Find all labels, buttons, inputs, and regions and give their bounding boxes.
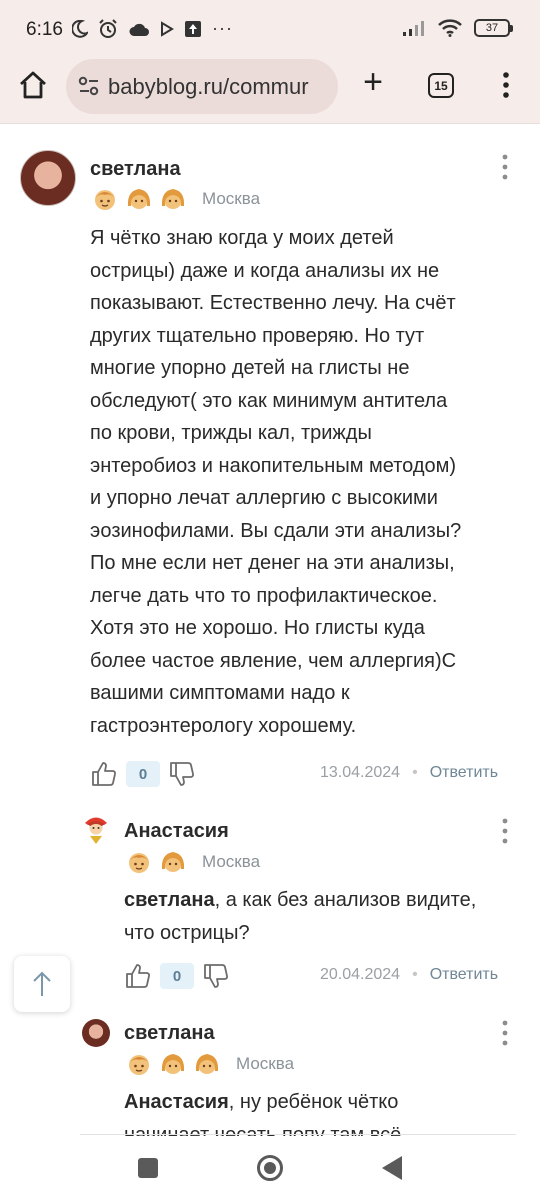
comment-author[interactable]: светлана (90, 158, 181, 181)
upload-icon (185, 20, 201, 37)
comment-reply: Анастасия Москва светлана, а как без ана… (0, 812, 540, 1002)
text-line: Я чётко знаю когда у моих детей (90, 227, 394, 249)
kids-badges: Москва (126, 849, 260, 875)
reply-link[interactable]: Ответить (430, 764, 498, 782)
author-city: Москва (202, 189, 261, 208)
girl-icon (161, 852, 185, 872)
thumb-down-icon[interactable] (168, 760, 196, 788)
boy-icon (95, 190, 115, 210)
more-options-icon[interactable] (500, 154, 510, 180)
text-line: по крови, трижды кал, трижды (90, 422, 372, 444)
battery-level: 37 (485, 22, 499, 34)
girl-icon (161, 1054, 185, 1074)
comment-date: 13.04.2024 (320, 764, 401, 781)
system-navigation-bar (0, 1136, 540, 1200)
more-options-icon[interactable] (500, 818, 510, 844)
text-line: энтеробиоз и накопительным методом) (90, 454, 457, 477)
status-notification-icons: ··· (72, 18, 233, 39)
thumb-down-icon[interactable] (202, 962, 230, 990)
author-city: Москва (202, 852, 261, 871)
moon-icon (72, 19, 88, 38)
comment-text: Я чётко знаю когда у моих детей острицы)… (90, 222, 520, 742)
home-icon[interactable] (18, 70, 48, 100)
cloud-icon (129, 23, 149, 36)
wifi-icon (438, 19, 462, 37)
like-count: 0 (160, 963, 194, 989)
text-fragment: , а как без анализов видите, (214, 889, 477, 911)
comment-author[interactable]: Анастасия (124, 820, 229, 843)
address-bar[interactable]: babyblog.ru/commur (66, 59, 338, 114)
text-line: других тщательно проверяю. Но тут (90, 324, 425, 347)
mention[interactable]: Анастасия (124, 1091, 229, 1113)
comment-date: 20.04.2024 (320, 966, 401, 983)
status-system-icons: 37 (402, 19, 513, 37)
more-options-icon[interactable] (500, 1020, 510, 1046)
boy-icon (129, 853, 149, 873)
comment-reply: светлана Москва Анастасия, ну ребёнок чё… (0, 1016, 540, 1136)
comment-meta: 20.04.2024 • Ответить (320, 966, 498, 984)
text-line: По мне если нет денег на эти анализы, (90, 552, 455, 574)
like-count: 0 (126, 761, 160, 787)
thumb-up-icon[interactable] (90, 760, 118, 788)
text-line: многие упорно детей на глисты не (90, 357, 410, 379)
battery-indicator: 37 (474, 19, 513, 37)
comment-meta: 13.04.2024 • Ответить (320, 764, 498, 782)
alarm-icon (99, 18, 117, 38)
comment-text: Анастасия, ну ребёнок чётко начинает чес… (124, 1086, 524, 1136)
text-line: гастроэнтерологу хорошему. (90, 714, 357, 737)
girl-icon (127, 189, 151, 209)
play-store-icon (161, 20, 174, 37)
text-line: Хотя это не хорошо. Но глисты куда (90, 617, 425, 639)
home-button[interactable] (257, 1155, 283, 1181)
text-line: показывают. Естественно лечу. На счёт (90, 292, 456, 314)
girl-icon (161, 189, 185, 209)
tab-switcher-button[interactable]: 15 (428, 73, 454, 98)
text-line: и упорно лечат аллергию с высокими (90, 487, 438, 509)
new-tab-button[interactable]: + (358, 65, 388, 99)
status-time: 6:16 (26, 19, 63, 40)
reply-link[interactable]: Ответить (430, 966, 498, 984)
author-city: Москва (236, 1054, 295, 1073)
text-line: острицы) даже и когда анализы их не (90, 259, 440, 282)
kids-badges: Москва (126, 1051, 294, 1077)
text-line: светлана, а как без анализов видите, (124, 884, 524, 917)
text-line: Анастасия, ну ребёнок чётко (124, 1086, 524, 1119)
text-line: более частое явление, чем аллергия)С (90, 649, 457, 672)
signal-icon (403, 21, 424, 36)
vote-controls: 0 (90, 760, 196, 788)
text-line: вашими симптомами надо к (90, 682, 350, 704)
comment-text: светлана, а как без анализов видите, что… (124, 884, 524, 949)
arrow-up-icon (33, 971, 51, 996)
vote-controls: 0 (124, 962, 230, 990)
comment: светлана Москва Я чётко знаю когда у мои… (0, 150, 540, 810)
recents-button[interactable] (138, 1158, 158, 1178)
scroll-to-top-button[interactable] (14, 956, 70, 1012)
more-notifications-icon: ··· (212, 18, 233, 38)
separator-dot: • (412, 966, 418, 983)
boy-icon (129, 1055, 149, 1075)
back-button[interactable] (382, 1156, 402, 1180)
browser-menu-icon[interactable] (496, 70, 516, 100)
girl-icon (195, 1054, 219, 1074)
thumb-up-icon[interactable] (124, 962, 152, 990)
text-line: обследуют( это как минимум антитела (90, 389, 448, 412)
text-line: легче дать что то профилактическое. (90, 584, 438, 607)
comment-author[interactable]: светлана (124, 1022, 215, 1045)
avatar[interactable] (81, 814, 111, 846)
text-line: эозинофилами. Вы сдали эти анализы? (90, 519, 462, 542)
avatar[interactable] (82, 1019, 110, 1047)
avatar[interactable] (20, 150, 76, 206)
text-fragment: , ну ребёнок чётко (228, 1091, 399, 1113)
separator-dot: • (412, 764, 418, 781)
site-settings-icon[interactable] (78, 76, 100, 96)
divider (80, 1134, 516, 1135)
text-line: что острицы? (124, 921, 250, 944)
url-text: babyblog.ru/commur (108, 74, 309, 99)
mention[interactable]: светлана (124, 889, 215, 911)
status-bar: 6:16 ··· 37 (0, 0, 540, 56)
kids-badges: Москва (92, 186, 260, 212)
tab-count: 15 (434, 78, 448, 93)
browser-toolbar: babyblog.ru/commur + 15 (0, 56, 540, 124)
